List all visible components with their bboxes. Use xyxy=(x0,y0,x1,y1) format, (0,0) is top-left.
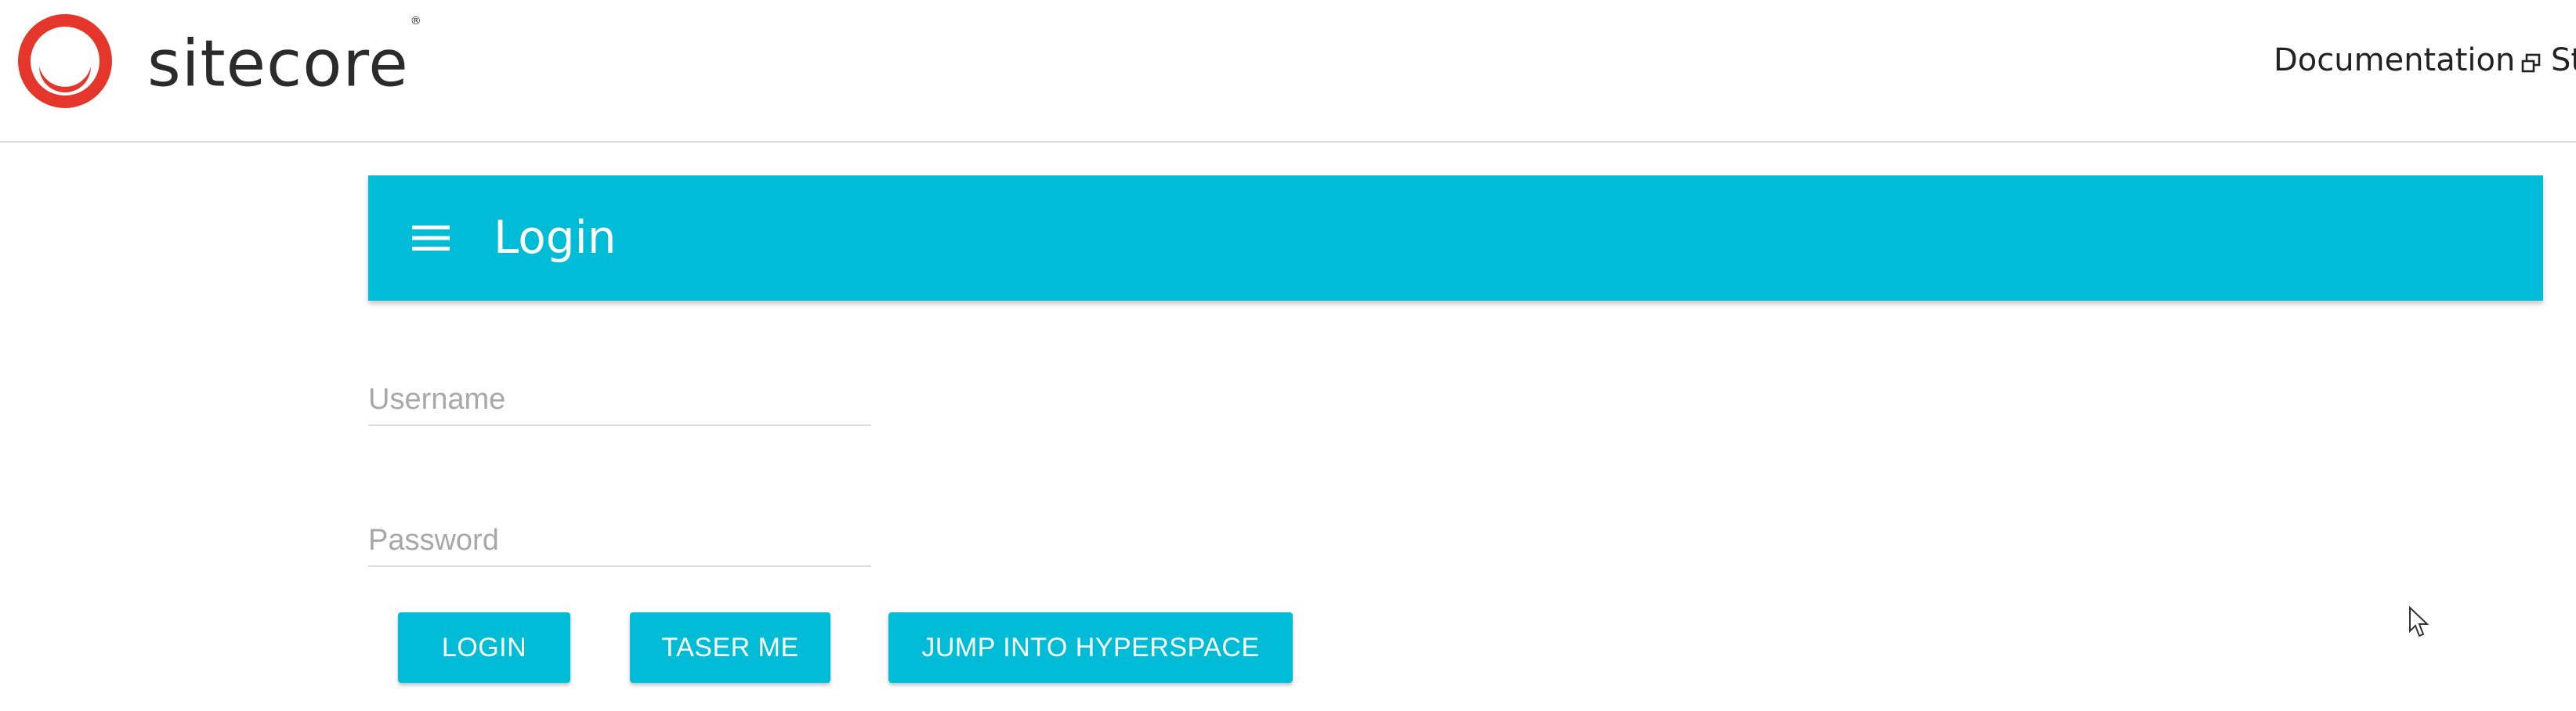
taser-me-button[interactable]: TASER ME xyxy=(630,612,830,683)
username-field[interactable] xyxy=(368,377,871,426)
registered-mark: ® xyxy=(410,15,422,27)
external-link-icon xyxy=(2522,53,2541,73)
brand-name[interactable]: sitecore® xyxy=(147,15,422,107)
brand-text: sitecore xyxy=(147,27,409,102)
login-button[interactable]: LOGIN xyxy=(398,612,570,683)
page-title: Login xyxy=(494,211,617,264)
jump-into-hyperspace-button[interactable]: JUMP INTO HYPERSPACE xyxy=(888,612,1293,683)
password-field[interactable] xyxy=(368,518,871,567)
documentation-label: Documentation xyxy=(2274,42,2516,78)
login-appbar: Login xyxy=(368,175,2543,301)
hamburger-menu-icon[interactable] xyxy=(412,224,450,252)
documentation-link[interactable]: Documentation xyxy=(2274,42,2543,78)
sitecore-logo-icon[interactable] xyxy=(16,12,114,110)
password-input[interactable] xyxy=(368,518,871,562)
nav-link-truncated[interactable]: St xyxy=(2551,42,2576,78)
username-input[interactable] xyxy=(368,377,871,421)
site-header: sitecore® Documentation St xyxy=(0,0,2576,143)
mouse-cursor-icon xyxy=(2409,606,2429,637)
